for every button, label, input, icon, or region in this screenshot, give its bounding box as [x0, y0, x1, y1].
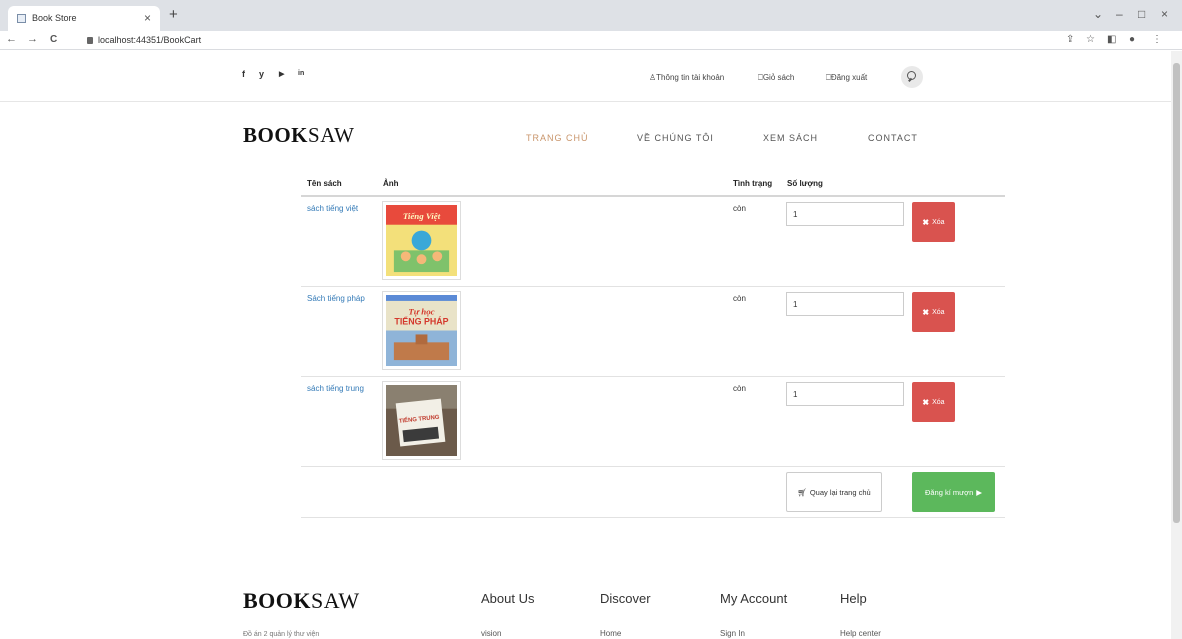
maximize-button[interactable]: □ [1138, 7, 1145, 21]
close-icon: ✖ [922, 307, 930, 317]
profile-icon[interactable]: ● [1129, 34, 1135, 45]
nav-contact[interactable]: CONTACT [868, 133, 918, 143]
linkedin-icon[interactable]: in [298, 70, 304, 77]
play-icon: ▶ [976, 487, 983, 497]
footer-heading-about: About Us [481, 591, 535, 606]
close-icon: ✖ [922, 217, 930, 227]
browser-menu-icon[interactable]: ⋮ [1152, 34, 1162, 45]
book-name-link[interactable]: Sách tiếng pháp [307, 294, 365, 303]
back-home-label: Quay lại trang chủ [809, 487, 871, 497]
footer-link-help-center[interactable]: Help center [840, 629, 881, 638]
logo-bold: BOOK [243, 123, 309, 147]
col-header-image: Ảnh [383, 179, 399, 188]
close-icon: ✖ [922, 397, 930, 407]
cart-link[interactable]: ⎕Giỏ sách [758, 73, 794, 83]
bookmark-star-icon[interactable]: ☆ [1086, 34, 1095, 45]
address-bar: ← → C localhost:44351/BookCart ⇪ ☆ ◧ ● ⋮ [0, 31, 1182, 50]
tab-close-icon[interactable]: × [144, 11, 151, 25]
forward-button[interactable]: → [27, 33, 38, 45]
borrow-label: Đăng kí mượn [924, 487, 974, 497]
back-home-button[interactable]: 🛒︎ Quay lại trang chủ [786, 472, 882, 512]
book-status: còn [733, 204, 746, 213]
book-name-link[interactable]: sách tiếng việt [307, 204, 358, 213]
col-header-qty: Số lượng [787, 179, 823, 188]
cover-title: TIẾNG PHÁP [394, 317, 448, 327]
quantity-input[interactable] [786, 202, 904, 226]
delete-button[interactable]: ✖ Xóa [912, 292, 955, 332]
back-button[interactable]: ← [6, 33, 17, 45]
row-divider [301, 286, 1005, 287]
footer-link-home[interactable]: Home [600, 629, 621, 638]
site-topbar: f y ▶ in ♙Thông tin tài khoản ⎕Giỏ sách … [0, 51, 1171, 102]
col-header-name: Tên sách [307, 179, 342, 188]
footer-link-vision[interactable]: vision [481, 629, 501, 638]
tab-search-icon[interactable]: ⌄ [1093, 7, 1103, 21]
footer-heading-account: My Account [720, 591, 788, 606]
nav-books[interactable]: XEM SÁCH [763, 133, 818, 143]
book-cover-image: TIẾNG TRUNG [382, 381, 461, 460]
delete-button[interactable]: ✖ Xóa [912, 202, 955, 242]
svg-text:Tự học: Tự học [408, 307, 434, 317]
row-divider [301, 466, 1005, 467]
footer-description: Đồ án 2 quản lý thư viện [243, 631, 320, 638]
cart-icon: 🛒︎ [797, 487, 807, 497]
footer-heading-discover: Discover [600, 591, 651, 606]
account-link[interactable]: ♙Thông tin tài khoản [649, 73, 724, 82]
page-scrollbar[interactable] [1171, 51, 1182, 639]
nav-home[interactable]: TRANG CHỦ [526, 133, 589, 143]
footer-heading-help: Help [840, 591, 867, 606]
cover-title: Tiếng Việt [403, 211, 441, 221]
quantity-input[interactable] [786, 292, 904, 316]
url-field[interactable]: localhost:44351/BookCart [87, 35, 201, 45]
cart-label: Giỏ sách [762, 73, 795, 82]
tab-title: Book Store [32, 13, 77, 23]
twitter-icon[interactable]: y [259, 69, 264, 79]
search-icon[interactable] [901, 66, 923, 88]
scrollbar-thumb[interactable] [1173, 63, 1180, 523]
site-logo[interactable]: BOOKSAW [243, 123, 355, 148]
footer-logo[interactable]: BOOKSAW [243, 588, 360, 614]
url-text: localhost:44351/BookCart [98, 35, 202, 45]
favicon-icon [17, 14, 26, 23]
header-divider [301, 195, 1005, 197]
logo-light: SAW [311, 588, 360, 613]
logout-label: Đăng xuất [830, 73, 868, 82]
book-name-link[interactable]: sách tiếng trung [307, 384, 364, 393]
book-cover-image: Tiếng Việt [382, 201, 461, 280]
col-header-status: Tình trạng [733, 179, 773, 188]
account-label: Thông tin tài khoản [656, 73, 725, 82]
table-bottom-divider [301, 517, 1005, 518]
lock-icon [87, 37, 93, 44]
logo-bold: BOOK [243, 588, 312, 613]
book-cover-image: Tự học TIẾNG PHÁP [382, 291, 461, 370]
row-divider [301, 376, 1005, 377]
delete-button[interactable]: ✖ Xóa [912, 382, 955, 422]
book-status: còn [733, 294, 746, 303]
book-status: còn [733, 384, 746, 393]
share-icon[interactable]: ⇪ [1066, 34, 1074, 45]
delete-label: Xóa [932, 218, 945, 226]
close-window-button[interactable]: × [1161, 7, 1168, 21]
side-panel-icon[interactable]: ◧ [1107, 34, 1116, 45]
footer-link-signin[interactable]: Sign In [720, 629, 745, 638]
browser-tab-bar: Book Store × + ⌄ – □ × [0, 0, 1182, 31]
browser-tab[interactable]: Book Store × [8, 6, 160, 31]
facebook-icon[interactable]: f [242, 69, 245, 79]
youtube-icon[interactable]: ▶ [279, 70, 284, 78]
logout-link[interactable]: ⎕Đăng xuất [826, 73, 867, 83]
quantity-input[interactable] [786, 382, 904, 406]
borrow-button[interactable]: Đăng kí mượn ▶ [912, 472, 995, 512]
new-tab-button[interactable]: + [169, 6, 178, 23]
nav-about[interactable]: VỀ CHÚNG TÔI [637, 133, 714, 143]
minimize-button[interactable]: – [1116, 7, 1123, 21]
delete-label: Xóa [932, 308, 945, 316]
delete-label: Xóa [932, 398, 945, 406]
logo-light: SAW [308, 123, 355, 147]
reload-button[interactable]: C [50, 34, 57, 45]
